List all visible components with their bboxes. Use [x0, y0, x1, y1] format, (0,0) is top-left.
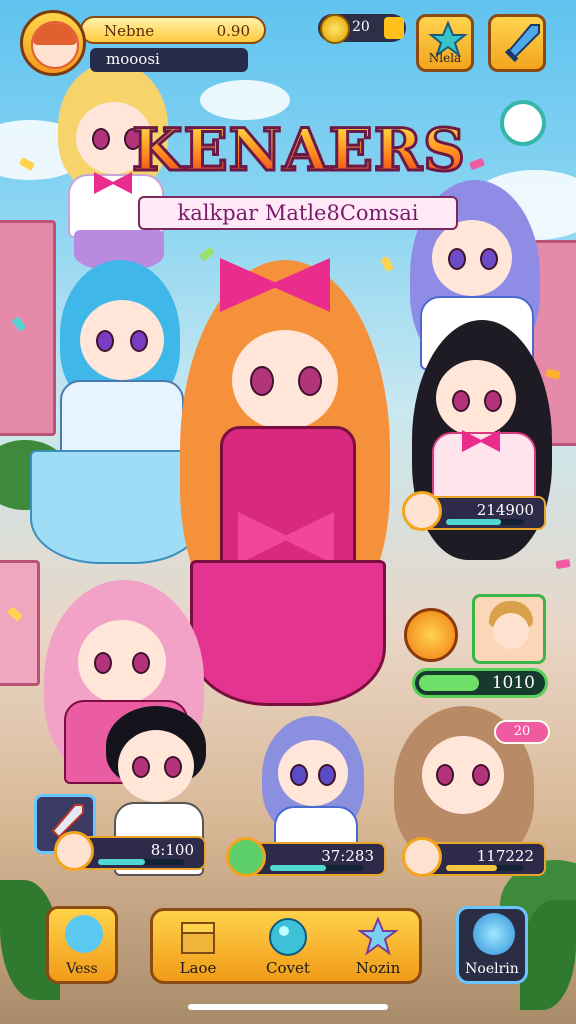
player-profile[interactable]: Nebne 0.90 mooosi: [20, 10, 266, 76]
nav-left-button[interactable]: Vess: [46, 906, 118, 984]
avatar-face: [31, 21, 79, 69]
energy-value: 1010: [491, 673, 535, 693]
score-progress-bar: [270, 865, 364, 871]
score-progress-bar: [446, 865, 524, 871]
nav-item-center[interactable]: Covet: [243, 911, 333, 981]
score-progress-fill: [446, 519, 501, 525]
score-progress-fill: [270, 865, 327, 871]
score-value: 37:283: [321, 847, 374, 865]
cloud: [200, 80, 290, 120]
gold-coin-icon: [320, 14, 350, 44]
map-button[interactable]: Nlela: [416, 14, 474, 72]
player-value: 0.90: [216, 22, 250, 40]
sword-icon: [504, 24, 540, 63]
energy-bar: 1010: [412, 668, 548, 698]
nav-item-star-label: Nozin: [355, 959, 401, 977]
score-avatar: [402, 491, 442, 531]
game-title: KENAERS: [126, 115, 472, 186]
nav-item-star[interactable]: Nozin: [333, 911, 423, 981]
score-progress-fill: [446, 865, 497, 871]
nav-item-center-label: Covet: [266, 959, 310, 977]
score-value: 8:100: [150, 841, 194, 859]
sword-button[interactable]: [488, 14, 546, 72]
game-screen: Nebne 0.90 mooosi 20 Nlela KENAERS kalkp…: [0, 0, 576, 1024]
score-avatar: [402, 837, 442, 877]
score-progress-bar: [98, 859, 184, 865]
score-progress-bar: [446, 519, 524, 525]
player-name: Nebne: [104, 22, 155, 40]
nav-left-label: Vess: [66, 961, 98, 977]
player-subtitle: mooosi: [90, 48, 248, 72]
home-indicator[interactable]: [188, 1004, 388, 1010]
nav-right-label: Noelrin: [465, 961, 519, 977]
player-name-bar: Nebne 0.90: [80, 16, 266, 44]
chest-icon: [181, 922, 215, 954]
nav-item-chest[interactable]: Laoe: [153, 911, 243, 981]
add-gold-icon[interactable]: [384, 17, 404, 39]
energy-bar-fill: [419, 675, 479, 691]
score-panel-3[interactable]: 37:283: [226, 837, 386, 877]
score-panel-2[interactable]: 8:100: [54, 831, 206, 871]
pink-badge[interactable]: 20: [494, 720, 550, 744]
portrait-card[interactable]: [472, 594, 546, 664]
pet-icon-button[interactable]: [500, 100, 546, 146]
score-avatar: [226, 837, 266, 877]
nav-right-button[interactable]: Noelrin: [456, 906, 528, 984]
player-avatar[interactable]: [20, 10, 86, 76]
bottom-nav-bar: Laoe Covet Nozin: [150, 908, 422, 984]
score-avatar: [54, 831, 94, 871]
score-value: 117222: [476, 847, 534, 865]
coin-reward-icon[interactable]: [404, 608, 458, 662]
gold-value: 20: [352, 19, 370, 35]
globe-icon: [269, 918, 307, 956]
map-button-label: Nlela: [428, 51, 462, 65]
nav-item-chest-label: Laoe: [179, 959, 217, 977]
score-value: 214900: [476, 501, 534, 519]
score-panel-1[interactable]: 214900: [402, 491, 546, 531]
score-panel-4[interactable]: 117222: [402, 837, 546, 877]
star-icon: [358, 917, 398, 956]
score-progress-fill: [98, 859, 146, 865]
gold-counter[interactable]: 20: [318, 14, 406, 44]
game-subtitle: kalkpar Matle8Comsai: [138, 196, 458, 230]
